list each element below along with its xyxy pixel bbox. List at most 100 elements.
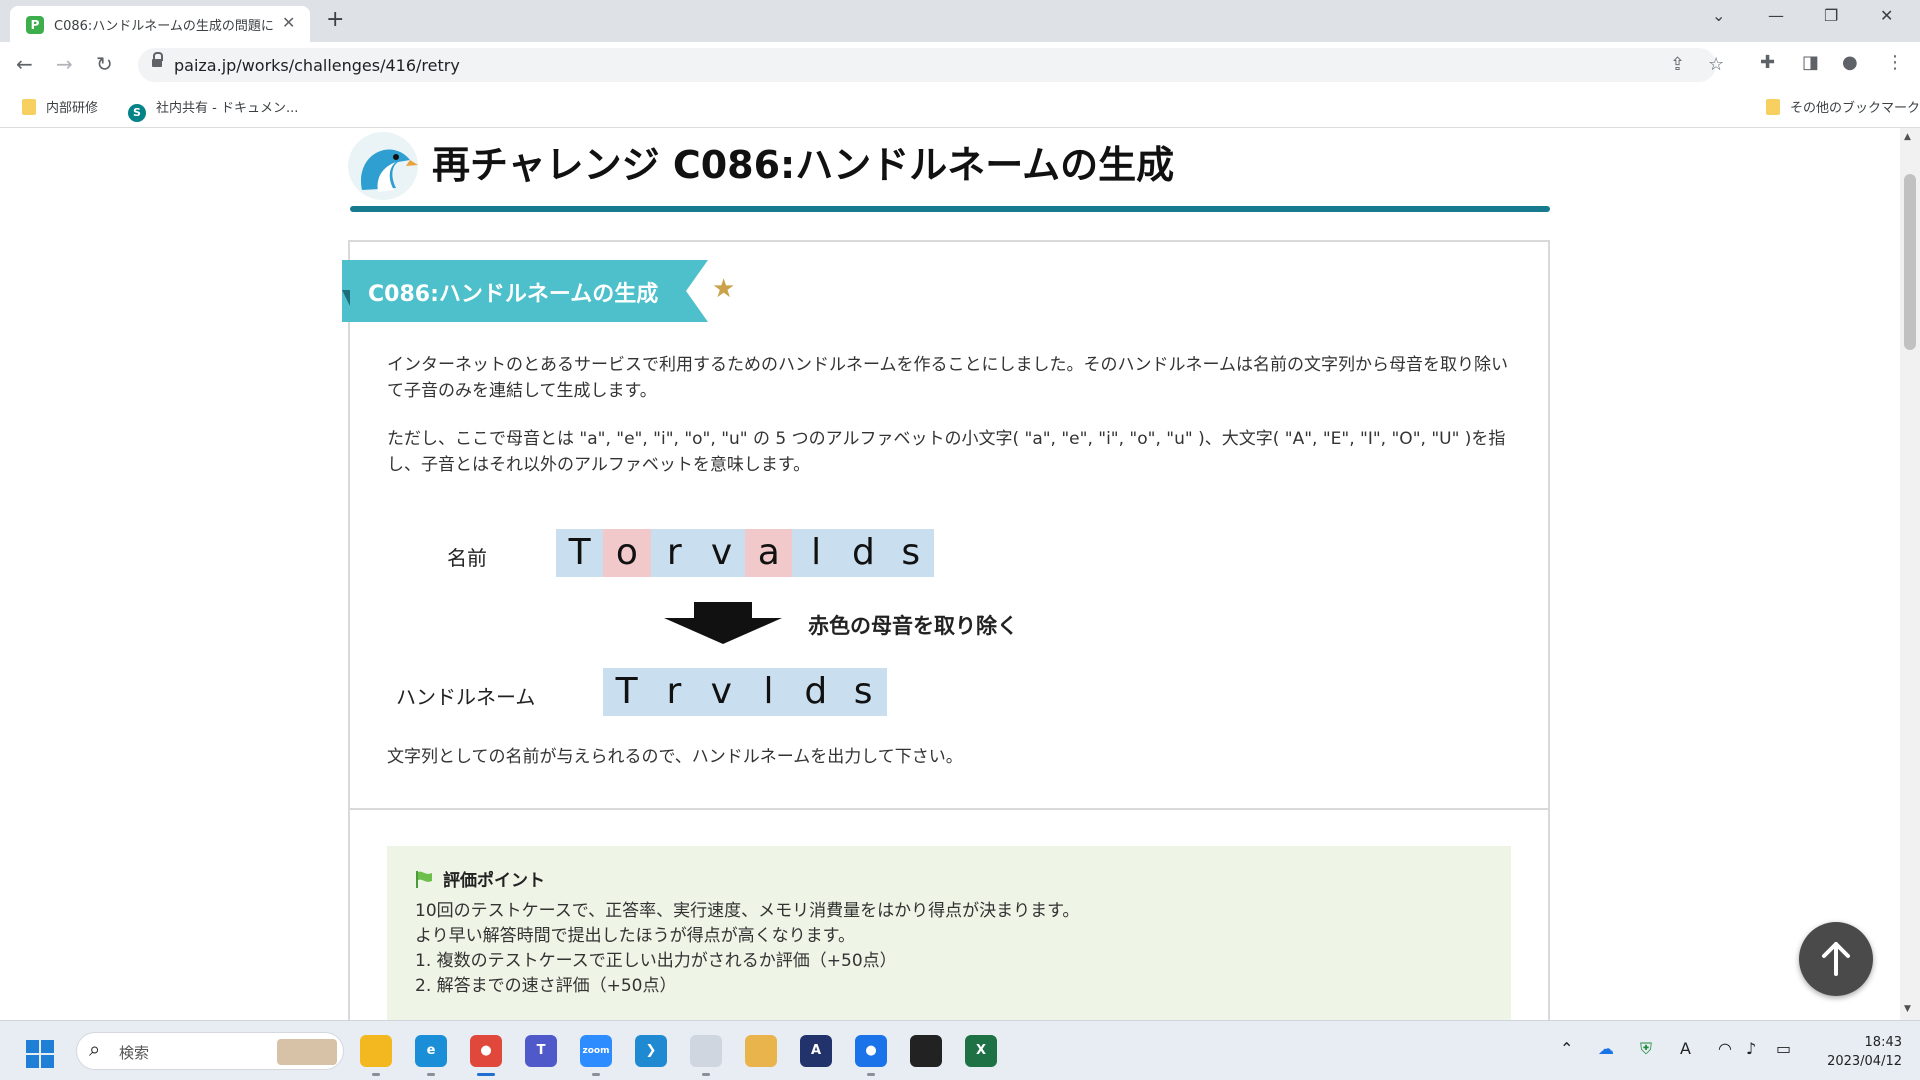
back-to-top-button[interactable]: [1799, 922, 1873, 996]
running-indicator: [702, 1073, 710, 1076]
atok-icon[interactable]: A: [800, 1035, 832, 1067]
page-scrollbar[interactable]: ▲ ▼: [1900, 128, 1920, 1020]
close-window-button[interactable]: ✕: [1880, 6, 1893, 25]
system-clock[interactable]: 18:43 2023/04/12: [1810, 1033, 1902, 1071]
back-arrow-icon[interactable]: ←: [16, 52, 33, 76]
bookmark-internal-training[interactable]: 内部研修: [22, 97, 98, 116]
address-bar[interactable]: paiza.jp/works/challenges/416/retry ⇪ ☆: [138, 48, 1724, 82]
clock-time: 18:43: [1864, 1035, 1902, 1050]
evaluation-box: 評価ポイント 10回のテストケースで、正答率、実行速度、メモリ消費量をはかり得点…: [387, 846, 1511, 1020]
name-letters: Torvalds: [556, 529, 935, 577]
browser-tab[interactable]: P C086:ハンドルネームの生成の問題に ✕: [10, 6, 310, 42]
security-shield-icon[interactable]: ⛨: [1640, 1039, 1652, 1059]
forward-arrow-icon[interactable]: →: [56, 52, 73, 76]
search-icon: ⌕: [89, 1037, 101, 1061]
tab-close-icon[interactable]: ✕: [282, 13, 295, 32]
profile-avatar-icon[interactable]: ●: [1842, 52, 1858, 73]
windows-taskbar: ⌕ 検索 e ● Tzoom ❯ A ● X ⌃ ☁ ⛨ A ◠ ♪ ▭ 18:43 202…: [0, 1020, 1920, 1080]
consonant-letter: r: [666, 532, 682, 573]
chrome-icon[interactable]: ●: [470, 1035, 502, 1067]
maps-icon[interactable]: ●: [855, 1035, 887, 1067]
share-icon[interactable]: ⇪: [1670, 54, 1685, 75]
windows-start-icon[interactable]: [26, 1040, 54, 1068]
restore-button[interactable]: ❐: [1824, 6, 1838, 25]
excel-icon[interactable]: X: [965, 1035, 997, 1067]
volume-icon[interactable]: ♪: [1746, 1039, 1756, 1058]
file-explorer-icon[interactable]: [360, 1035, 392, 1067]
handle-letter: l: [763, 671, 774, 712]
running-indicator: [427, 1073, 435, 1076]
toolbar: ← → ↻ paiza.jp/works/challenges/416/retr…: [0, 42, 1920, 88]
remove-vowels-caption: 赤色の母音を取り除く: [808, 614, 1018, 638]
search-placeholder: 検索: [119, 1044, 150, 1062]
url-text[interactable]: paiza.jp/works/challenges/416/retry: [174, 56, 460, 75]
edge-icon[interactable]: e: [415, 1035, 447, 1067]
side-panel-icon[interactable]: ◨: [1802, 52, 1819, 73]
show-hidden-icons[interactable]: ⌃: [1560, 1039, 1573, 1058]
consonant-letter: d: [852, 532, 875, 573]
mail-icon[interactable]: [745, 1035, 777, 1067]
vscode-icon[interactable]: ❯: [635, 1035, 667, 1067]
favorite-star-icon[interactable]: ★: [712, 274, 735, 304]
handle-letter: s: [853, 671, 873, 712]
scroll-down-icon[interactable]: ▼: [1904, 1004, 1911, 1014]
page-title: 再チャレンジ C086:ハンドルネームの生成: [432, 143, 1175, 187]
evaluation-line: 2. 解答までの速さ評価（+50点）: [415, 976, 677, 996]
reload-icon[interactable]: ↻: [96, 52, 113, 76]
evaluation-line: より早い解答時間で提出したほうが得点が高くなります。: [415, 926, 855, 946]
lock-icon[interactable]: [152, 52, 163, 69]
battery-icon[interactable]: ▭: [1776, 1039, 1791, 1058]
title-underline: [350, 206, 1550, 212]
problem-description-3: 文字列としての名前が与えられるので、ハンドルネームを出力して下さい。: [387, 747, 963, 767]
folder-icon: [1766, 99, 1780, 115]
zoom-icon[interactable]: zoom: [580, 1035, 612, 1067]
handle-letters: Trvlds: [603, 668, 887, 716]
handle-letter: T: [615, 671, 638, 712]
minimize-button[interactable]: —: [1768, 6, 1784, 25]
section-divider: [350, 808, 1548, 810]
running-indicator: [372, 1073, 380, 1076]
bookmark-shared-docs[interactable]: S 社内共有 - ドキュメン...: [128, 97, 298, 122]
running-indicator: [592, 1073, 600, 1076]
folder-icon: [22, 99, 36, 115]
tab-strip: P C086:ハンドルネームの生成の問題に ✕ + ⌄ — ❐ ✕: [0, 0, 1920, 42]
flag-icon: [416, 871, 432, 888]
paiza-mascot-avatar: [348, 132, 418, 200]
scroll-up-icon[interactable]: ▲: [1904, 132, 1911, 142]
evaluation-title: 評価ポイント: [443, 871, 545, 891]
extensions-icon[interactable]: ✚: [1760, 52, 1775, 73]
arrow-up-icon: [1822, 942, 1850, 976]
scroll-thumb[interactable]: [1904, 174, 1916, 350]
search-highlight-image: [277, 1039, 337, 1065]
clock-date: 2023/04/12: [1827, 1054, 1902, 1069]
bird-mascot-icon: [360, 149, 418, 192]
consonant-letter: v: [710, 532, 733, 573]
problem-title: C086:ハンドルネームの生成: [368, 282, 659, 307]
bookmark-label: その他のブックマーク: [1790, 101, 1920, 116]
taskbar-search[interactable]: ⌕ 検索: [76, 1032, 344, 1070]
wifi-icon[interactable]: ◠: [1718, 1039, 1732, 1058]
bookmark-label: 社内共有 - ドキュメン...: [156, 101, 299, 116]
evaluation-line: 1. 複数のテストケースで正しい出力がされるか評価（+50点）: [415, 951, 897, 971]
evaluation-line: 10回のテストケースで、正答率、実行速度、メモリ消費量をはかり得点が決まります。: [415, 901, 1080, 921]
teams-icon[interactable]: T: [525, 1035, 557, 1067]
bookmark-star-icon[interactable]: ☆: [1708, 54, 1724, 75]
ime-indicator[interactable]: A: [1680, 1039, 1691, 1058]
onedrive-icon[interactable]: ☁: [1598, 1039, 1614, 1058]
consonant-letter: T: [568, 532, 591, 573]
tab-search-button[interactable]: ⌄: [1712, 6, 1725, 25]
handle-letter: d: [804, 671, 828, 712]
other-bookmarks[interactable]: その他のブックマーク: [1766, 97, 1920, 116]
running-indicator: [477, 1073, 495, 1076]
name-label: 名前: [447, 546, 487, 570]
menu-kebab-icon[interactable]: ⋮: [1886, 52, 1904, 73]
handle-letter: v: [710, 671, 732, 712]
vowel-letter: o: [603, 529, 651, 577]
sticky-notes-icon[interactable]: [910, 1035, 942, 1067]
consonant-letter: s: [901, 532, 921, 573]
consonant-letter: l: [811, 532, 822, 573]
notepad-icon[interactable]: [690, 1035, 722, 1067]
new-tab-button[interactable]: +: [326, 7, 344, 32]
tab-title: C086:ハンドルネームの生成の問題に: [54, 19, 274, 34]
down-arrow-icon: [664, 602, 782, 644]
